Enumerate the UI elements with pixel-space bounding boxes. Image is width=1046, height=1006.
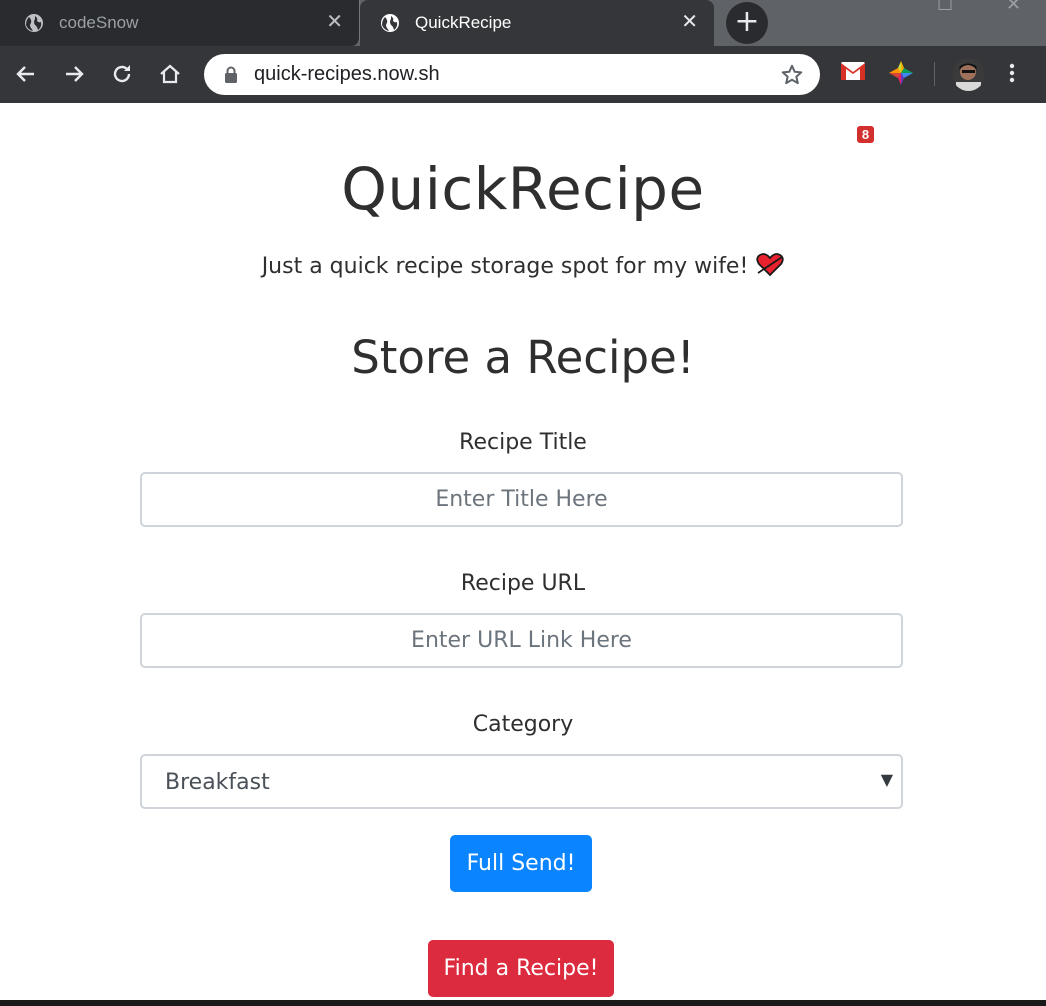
globe-icon bbox=[380, 13, 400, 33]
globe-icon bbox=[24, 13, 44, 33]
category-select[interactable]: Breakfast ▼ bbox=[140, 754, 903, 809]
new-tab-button[interactable]: + bbox=[726, 2, 768, 44]
category-label: Category bbox=[472, 712, 574, 737]
dropdown-arrow-icon: ▼ bbox=[880, 770, 893, 789]
browser-toolbar: quick-recipes.now.sh 8 bbox=[0, 46, 1046, 143]
close-window-icon[interactable]: ✕ bbox=[1006, 0, 1021, 15]
recipe-url-label: Recipe URL bbox=[460, 571, 586, 596]
tab-title: QuickRecipe bbox=[415, 13, 512, 32]
submit-recipe-button[interactable]: Full Send! bbox=[450, 835, 592, 892]
forward-icon[interactable] bbox=[60, 60, 88, 88]
category-selected-value: Breakfast bbox=[165, 770, 270, 795]
heart-icon bbox=[756, 253, 784, 283]
recipe-title-input[interactable] bbox=[140, 472, 903, 527]
lock-icon[interactable] bbox=[224, 66, 238, 87]
page-content: QuickRecipe Just a quick recipe storage … bbox=[0, 103, 1046, 1000]
profile-avatar[interactable] bbox=[952, 58, 985, 91]
tab-strip: codeSnow ✕ QuickRecipe ✕ + ☐ ✕ bbox=[0, 0, 1046, 46]
tagline: Just a quick recipe storage spot for my … bbox=[0, 253, 1046, 283]
gmail-extension-icon[interactable] bbox=[840, 60, 866, 86]
tab-quickrecipe[interactable]: QuickRecipe ✕ bbox=[360, 0, 714, 46]
form-title: Store a Recipe! bbox=[351, 331, 695, 384]
bookmark-star-icon[interactable] bbox=[780, 63, 804, 91]
tagline-text: Just a quick recipe storage spot for my … bbox=[261, 254, 749, 279]
maximize-icon[interactable]: ☐ bbox=[937, 0, 953, 15]
tab-codesnow[interactable]: codeSnow ✕ bbox=[0, 0, 360, 46]
reload-icon[interactable] bbox=[108, 60, 136, 88]
close-tab-icon[interactable]: ✕ bbox=[326, 12, 343, 32]
tab-title: codeSnow bbox=[59, 13, 139, 32]
site-title: QuickRecipe bbox=[341, 155, 705, 223]
recipe-title-label: Recipe Title bbox=[459, 430, 587, 455]
screen-bottom-edge bbox=[0, 1000, 1046, 1006]
browser-menu-icon[interactable] bbox=[1009, 63, 1015, 87]
find-recipe-button[interactable]: Find a Recipe! bbox=[428, 940, 614, 997]
back-icon[interactable] bbox=[12, 60, 40, 88]
close-tab-icon[interactable]: ✕ bbox=[681, 12, 698, 32]
recipe-url-input[interactable] bbox=[140, 613, 903, 668]
home-icon[interactable] bbox=[156, 60, 184, 88]
url-text[interactable]: quick-recipes.now.sh bbox=[254, 63, 440, 86]
toolbar-divider bbox=[934, 62, 935, 86]
address-bar[interactable]: quick-recipes.now.sh bbox=[204, 54, 820, 95]
color-wheel-extension-icon[interactable] bbox=[888, 60, 914, 90]
